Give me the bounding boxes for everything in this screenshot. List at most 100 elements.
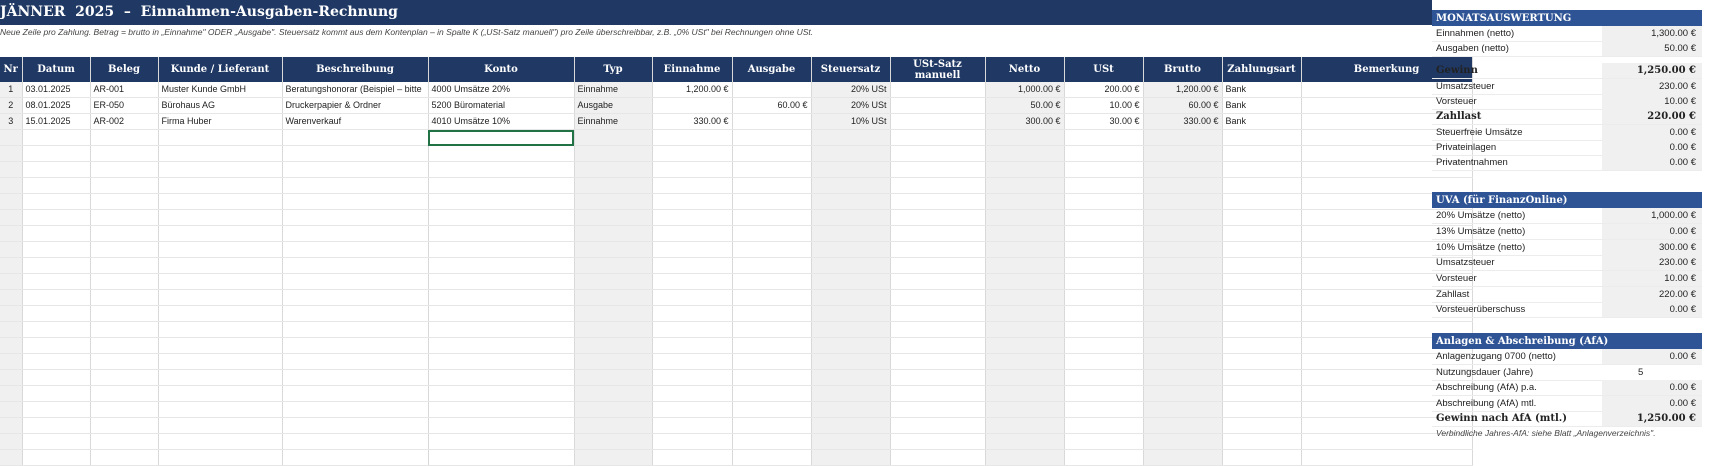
cell[interactable] [1222, 193, 1302, 210]
cell[interactable] [1222, 257, 1302, 274]
cell[interactable] [985, 161, 1065, 178]
cell[interactable] [0, 177, 23, 194]
cell[interactable] [90, 257, 159, 274]
cell[interactable] [22, 385, 91, 402]
cell[interactable] [1222, 273, 1302, 290]
cell[interactable] [1143, 385, 1223, 402]
cell[interactable] [282, 273, 429, 290]
cell[interactable] [732, 209, 812, 226]
cell[interactable] [890, 225, 986, 242]
cell[interactable] [428, 449, 575, 466]
cell[interactable] [90, 321, 159, 338]
cell[interactable] [652, 193, 733, 210]
cell[interactable] [811, 177, 891, 194]
cell[interactable] [282, 369, 429, 386]
cell[interactable] [811, 385, 891, 402]
cell[interactable] [1222, 321, 1302, 338]
cell[interactable] [1143, 225, 1223, 242]
cell[interactable] [890, 257, 986, 274]
cell[interactable] [732, 193, 812, 210]
cell[interactable] [428, 305, 575, 322]
cell[interactable] [90, 161, 159, 178]
cell[interactable] [428, 209, 575, 226]
cell[interactable] [22, 257, 91, 274]
cell[interactable]: 1,200.00 € [1143, 82, 1223, 98]
cell[interactable] [890, 321, 986, 338]
value-cell[interactable]: 0.00 € [1602, 302, 1702, 317]
cell[interactable] [1222, 369, 1302, 386]
cell[interactable] [158, 241, 283, 258]
cell[interactable] [732, 321, 812, 338]
cell[interactable] [732, 177, 812, 194]
cell[interactable] [1143, 193, 1223, 210]
value-cell[interactable]: 1,250.00 € [1602, 63, 1702, 78]
cell[interactable] [985, 449, 1065, 466]
cell[interactable] [22, 241, 91, 258]
cell[interactable] [158, 353, 283, 370]
cell[interactable] [90, 417, 159, 434]
cell[interactable] [652, 273, 733, 290]
cell[interactable] [574, 273, 653, 290]
cell[interactable] [0, 129, 23, 146]
value-cell[interactable]: 0.00 € [1602, 380, 1702, 395]
cell[interactable] [1064, 129, 1144, 146]
cell[interactable] [158, 129, 283, 146]
cell[interactable] [732, 145, 812, 162]
cell[interactable] [282, 129, 429, 146]
value-cell[interactable]: 220.00 € [1602, 287, 1702, 302]
cell[interactable] [158, 145, 283, 162]
cell[interactable] [158, 209, 283, 226]
cell[interactable] [428, 161, 575, 178]
cell[interactable] [1143, 417, 1223, 434]
cell[interactable] [574, 449, 653, 466]
cell[interactable] [732, 433, 812, 450]
cell[interactable] [1222, 385, 1302, 402]
value-cell[interactable]: 5 [1602, 365, 1702, 380]
cell[interactable] [428, 417, 575, 434]
value-cell[interactable]: 0.00 € [1602, 140, 1702, 155]
cell[interactable] [732, 113, 812, 130]
cell[interactable] [574, 321, 653, 338]
cell[interactable]: 60.00 € [732, 97, 812, 114]
cell[interactable] [158, 161, 283, 178]
cell[interactable] [652, 241, 733, 258]
cell[interactable] [90, 129, 159, 146]
cell[interactable] [811, 417, 891, 434]
cell[interactable] [1222, 129, 1302, 146]
cell[interactable] [732, 225, 812, 242]
cell[interactable] [1064, 433, 1144, 450]
cell[interactable] [428, 433, 575, 450]
cell[interactable] [90, 225, 159, 242]
cell[interactable] [0, 369, 23, 386]
value-cell[interactable]: 50.00 € [1602, 41, 1702, 56]
cell[interactable] [890, 129, 986, 146]
cell[interactable] [652, 353, 733, 370]
cell[interactable] [732, 257, 812, 274]
cell[interactable]: 15.01.2025 [22, 113, 91, 130]
cell[interactable] [890, 177, 986, 194]
cell[interactable] [428, 321, 575, 338]
cell[interactable] [90, 337, 159, 354]
cell[interactable] [282, 385, 429, 402]
value-cell[interactable]: 0.00 € [1602, 224, 1702, 239]
cell[interactable] [652, 449, 733, 466]
cell[interactable] [22, 337, 91, 354]
cell[interactable] [985, 369, 1065, 386]
cell[interactable] [1064, 449, 1144, 466]
col-header-ausgabe[interactable]: Ausgabe [732, 57, 812, 82]
cell[interactable] [890, 305, 986, 322]
cell[interactable] [282, 433, 429, 450]
cell[interactable] [282, 305, 429, 322]
cell[interactable] [22, 193, 91, 210]
value-cell[interactable]: 0.00 € [1602, 349, 1702, 364]
cell[interactable] [428, 225, 575, 242]
cell[interactable] [90, 369, 159, 386]
cell[interactable] [1143, 305, 1223, 322]
cell[interactable] [811, 129, 891, 146]
cell[interactable] [890, 145, 986, 162]
cell[interactable] [574, 433, 653, 450]
cell[interactable] [1064, 353, 1144, 370]
cell[interactable] [732, 337, 812, 354]
cell[interactable] [1222, 209, 1302, 226]
cell[interactable] [1222, 161, 1302, 178]
